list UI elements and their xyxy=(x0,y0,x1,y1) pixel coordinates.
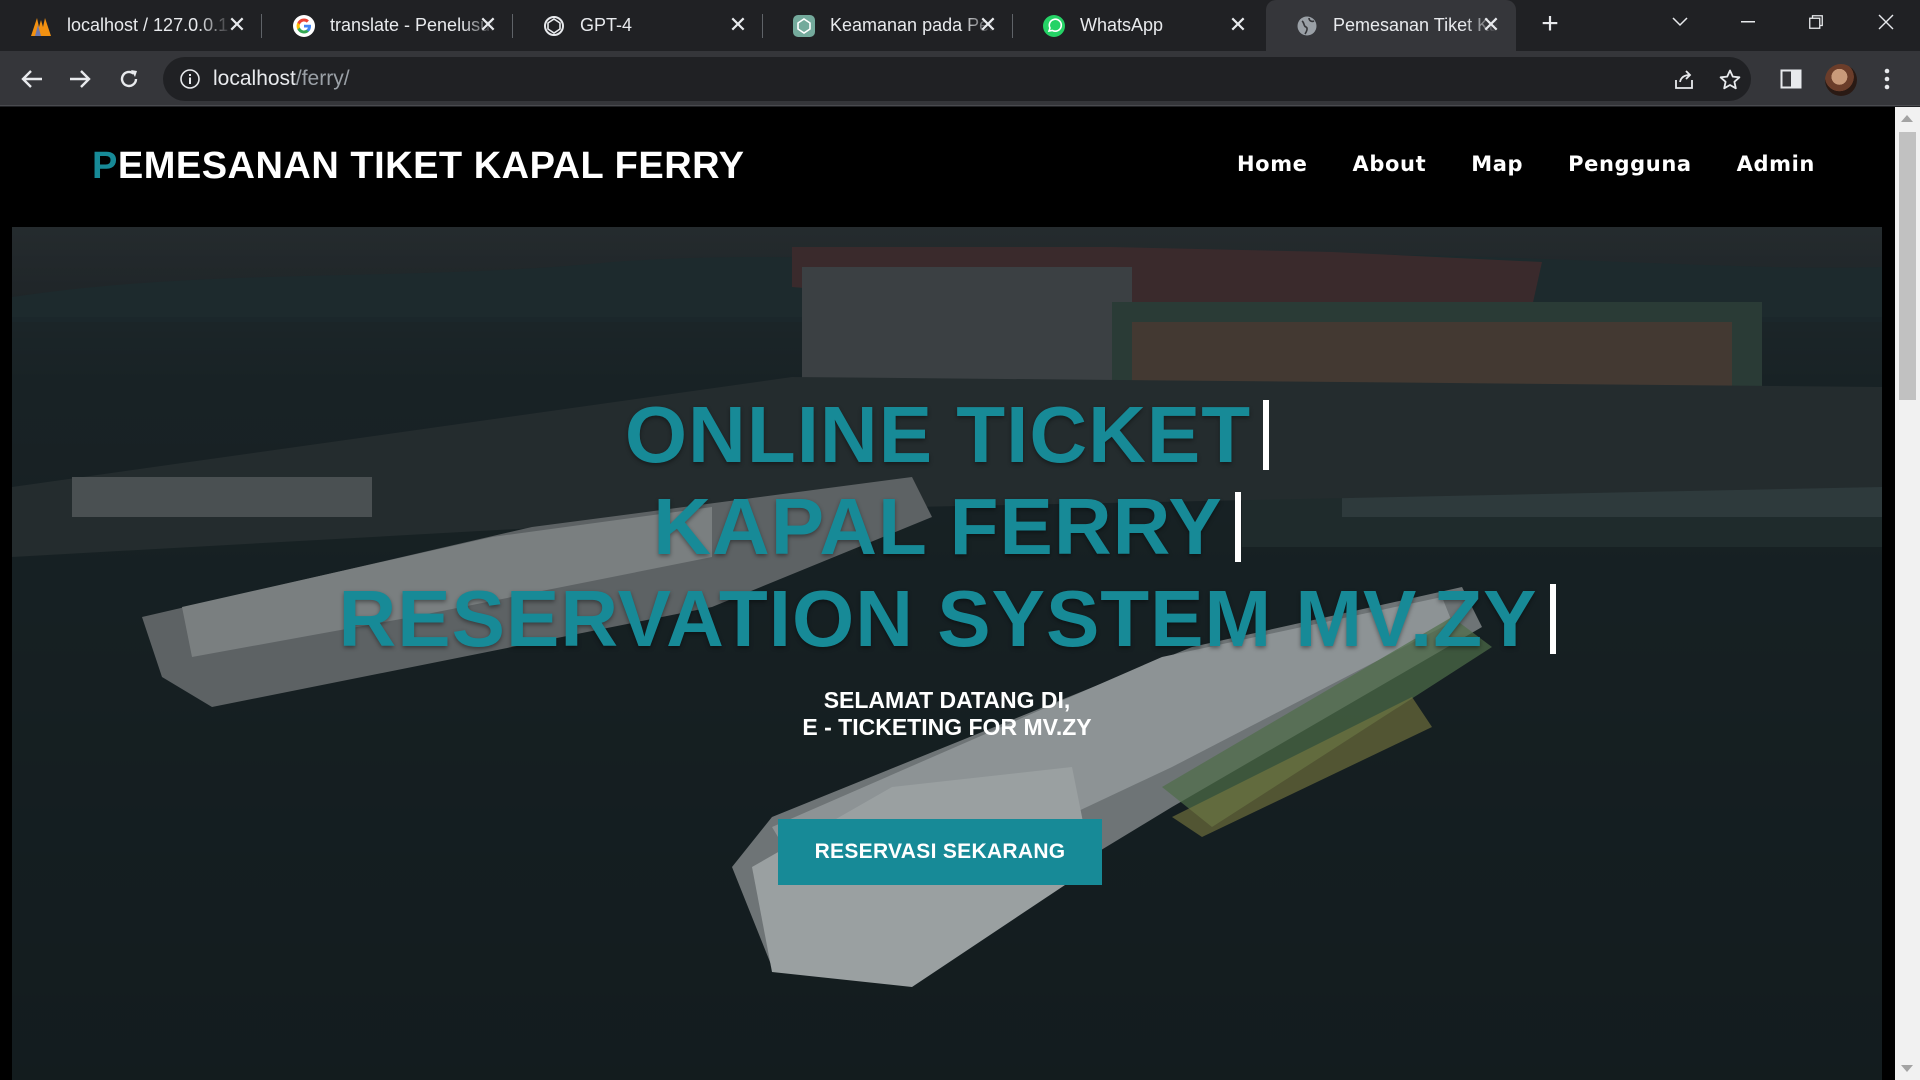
url-text[interactable]: localhost/ferry/ xyxy=(213,67,350,91)
browser-tab-strip: localhost / 127.0.0.1 ✕ translate - Pene… xyxy=(0,0,1920,51)
reservasi-sekarang-button[interactable]: RESERVASI SEKARANG xyxy=(778,819,1102,885)
close-tab-icon[interactable]: ✕ xyxy=(1480,14,1502,36)
minimize-icon xyxy=(1741,21,1755,23)
globe-icon xyxy=(1295,14,1319,38)
close-icon xyxy=(1878,14,1894,30)
tab-title: localhost / 127.0.0.1 xyxy=(67,15,229,35)
google-icon xyxy=(292,14,316,38)
scrollbar-thumb[interactable] xyxy=(1899,132,1916,400)
new-tab-button[interactable]: + xyxy=(1535,9,1565,40)
browser-tab-4[interactable]: Keamanan pada Pengiriman ✕ xyxy=(763,0,1013,51)
browser-tab-6-active[interactable]: Pemesanan Tiket Kapal ✕ xyxy=(1266,0,1516,51)
page-viewport: PEMESANAN TIKET KAPAL FERRY Home About M… xyxy=(0,107,1920,1080)
welcome-text-1: SELAMAT DATANG DI, xyxy=(823,687,1071,713)
openai-icon xyxy=(542,14,566,38)
url-host: localhost xyxy=(213,67,296,90)
site-logo-text[interactable]: PEMESANAN TIKET KAPAL FERRY xyxy=(92,145,745,188)
hero-line-text: RESERVATION SYSTEM MV.ZY xyxy=(338,574,1538,663)
forward-button[interactable] xyxy=(64,63,96,95)
hero-title-line-2: KAPAL FERRY xyxy=(12,481,1882,573)
tab-search-button[interactable] xyxy=(1646,0,1714,44)
nav-home[interactable]: Home xyxy=(1237,152,1308,176)
browser-menu-icon[interactable] xyxy=(1873,65,1901,93)
nav-pengguna[interactable]: Pengguna xyxy=(1568,152,1692,176)
bookmark-star-icon[interactable] xyxy=(1718,68,1742,92)
restore-icon xyxy=(1809,15,1823,29)
tab-title: WhatsApp xyxy=(1080,15,1164,35)
hero-line-text: ONLINE TICKET xyxy=(624,390,1252,479)
share-icon[interactable] xyxy=(1672,68,1696,92)
browser-tab-3[interactable]: GPT-4 ✕ xyxy=(513,0,763,51)
phpmyadmin-icon xyxy=(29,14,53,38)
profile-avatar[interactable] xyxy=(1825,64,1857,96)
scroll-down-icon[interactable] xyxy=(1901,1065,1913,1072)
chatgpt-icon xyxy=(792,14,816,38)
nav-map[interactable]: Map xyxy=(1471,152,1523,176)
close-tab-icon[interactable]: ✕ xyxy=(977,14,999,36)
typing-caret xyxy=(1234,492,1241,562)
nav-about[interactable]: About xyxy=(1353,152,1427,176)
tab-title: Keamanan pada Pengiriman xyxy=(830,15,995,35)
hero-line-text: KAPAL FERRY xyxy=(653,482,1223,571)
address-bar[interactable]: localhost/ferry/ xyxy=(163,57,1751,101)
hero-title-line-3: RESERVATION SYSTEM MV.ZY xyxy=(12,573,1882,665)
site-header: PEMESANAN TIKET KAPAL FERRY Home About M… xyxy=(0,107,1895,227)
restore-button[interactable] xyxy=(1782,0,1850,44)
browser-toolbar: localhost/ferry/ xyxy=(0,51,1920,106)
hero-section: ONLINE TICKET KAPAL FERRY RESERVATION SY… xyxy=(12,227,1882,1080)
hero-title-line-1: ONLINE TICKET xyxy=(12,389,1882,481)
arrow-right-icon xyxy=(70,70,91,88)
minimize-button[interactable] xyxy=(1714,0,1782,44)
typing-caret xyxy=(1549,584,1556,654)
reload-icon xyxy=(120,70,138,88)
close-tab-icon[interactable]: ✕ xyxy=(477,14,499,36)
close-tab-icon[interactable]: ✕ xyxy=(727,14,749,36)
browser-tab-2[interactable]: translate - Penelusuran ✕ xyxy=(263,0,513,51)
brand-first-letter: P xyxy=(92,145,118,187)
whatsapp-icon xyxy=(1042,14,1066,38)
browser-tab-1[interactable]: localhost / 127.0.0.1 ✕ xyxy=(0,0,262,51)
arrow-left-icon xyxy=(21,70,42,88)
close-tab-icon[interactable]: ✕ xyxy=(226,14,248,36)
nav-admin[interactable]: Admin xyxy=(1737,152,1815,176)
close-tab-icon[interactable]: ✕ xyxy=(1227,14,1249,36)
tab-title: Pemesanan Tiket Kapal xyxy=(1333,15,1498,35)
back-button[interactable] xyxy=(16,63,48,95)
url-path: /ferry/ xyxy=(295,67,350,90)
tab-title: translate - Penelusuran xyxy=(330,15,495,35)
tab-separator xyxy=(261,14,262,38)
browser-tab-5[interactable]: WhatsApp ✕ xyxy=(1013,0,1263,51)
chevron-down-icon xyxy=(1672,17,1688,27)
close-window-button[interactable] xyxy=(1852,0,1920,44)
main-nav: Home About Map Pengguna Admin xyxy=(1192,152,1815,176)
side-panel-icon[interactable] xyxy=(1777,65,1805,93)
tab-title: GPT-4 xyxy=(580,15,633,35)
page-scrollbar[interactable] xyxy=(1895,107,1920,1080)
reload-button[interactable] xyxy=(113,63,145,95)
scroll-up-icon[interactable] xyxy=(1901,115,1913,122)
typing-caret xyxy=(1263,400,1270,470)
brand-rest: EMESANAN TIKET KAPAL FERRY xyxy=(117,145,745,187)
welcome-text-2: E - TICKETING FOR MV.ZY xyxy=(802,714,1092,740)
site-info-icon[interactable] xyxy=(179,68,201,90)
